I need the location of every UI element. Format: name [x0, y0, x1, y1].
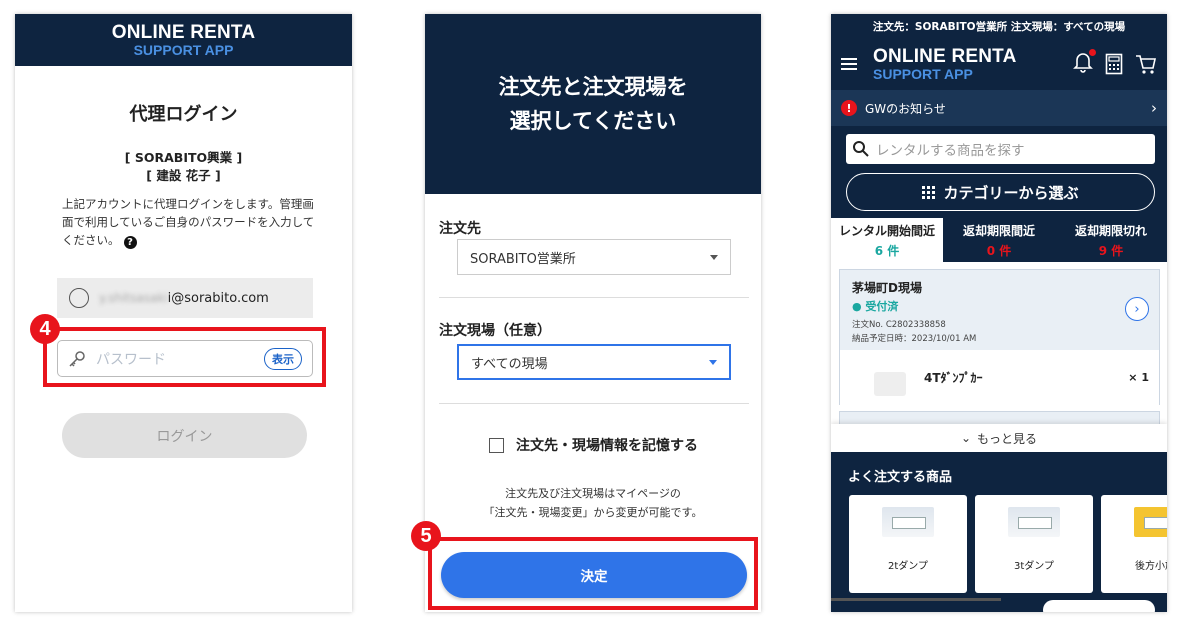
tab-return-due[interactable]: 返却期限間近 0 件 — [943, 218, 1055, 262]
search-input[interactable]: レンタルする商品を探す — [846, 134, 1155, 164]
favorites-title: よく注文する商品 — [848, 470, 953, 485]
bell-icon[interactable] — [1073, 49, 1096, 77]
more-products-button[interactable] — [1043, 600, 1155, 612]
item-name: 4Tﾀﾞﾝﾌﾟｶｰ — [924, 371, 983, 385]
grid-icon — [922, 185, 936, 199]
app-header: ONLINE RENTA SUPPORT APP — [831, 38, 1167, 90]
order-to-value: SORABITO営業所 — [470, 251, 576, 267]
home-screen: 注文先：SORABITO営業所 注文現場：すべての現場 ONLINE RENTA… — [831, 14, 1167, 612]
product-card[interactable]: 後方小旋回 — [1101, 495, 1167, 593]
chevron-down-icon: ⌄ — [960, 431, 972, 445]
category-button[interactable]: カテゴリーから選ぶ — [846, 173, 1155, 211]
order-card[interactable]: 茅場町D現場 ● 受付済 注文No. C2802338858 納品予定日時：20… — [839, 269, 1160, 405]
app-header: ONLINE RENTA SUPPORT APP — [15, 14, 352, 66]
email-display: y.shitsasaki i@sorabito.com — [57, 278, 313, 318]
remember-label: 注文先・現場情報を記憶する — [516, 438, 698, 454]
app-logo-subtitle: SUPPORT APP — [873, 65, 973, 82]
category-label: カテゴリーから選ぶ — [943, 183, 1079, 202]
excavator-image — [1134, 507, 1167, 537]
order-to-select[interactable]: SORABITO営業所 — [457, 239, 731, 275]
step-4-badge: 4 — [30, 314, 60, 344]
notification-dot — [1089, 49, 1096, 56]
order-item: 4Tﾀﾞﾝﾌﾟｶｰ × 1 — [840, 350, 1159, 405]
order-number: 注文No. C2802338858 — [852, 320, 946, 330]
remember-checkbox[interactable]: 注文先・現場情報を記憶する — [489, 435, 698, 455]
password-placeholder: パスワード — [96, 351, 166, 368]
delivery-date: 納品予定日時：2023/10/01 AM — [852, 334, 977, 344]
search-placeholder: レンタルする商品を探す — [876, 143, 1025, 159]
app-logo-subtitle: SUPPORT APP — [133, 41, 234, 58]
select-order-screen: 注文先と注文現場を 選択してください 注文先 SORABITO営業所 注文現場（任… — [425, 14, 761, 612]
company-name: [ SORABITO興業 ] — [124, 150, 243, 165]
notice-banner[interactable]: ! GWのお知らせ › — [831, 90, 1167, 126]
context-bar: 注文先：SORABITO営業所 注文現場：すべての現場 — [872, 20, 1126, 33]
change-note: 注文先及び注文現場はマイページの 「注文先・現場変更」から変更が可能です。 — [483, 487, 703, 519]
tab-return-overdue[interactable]: 返却期限切れ 9 件 — [1055, 218, 1167, 262]
site-label: 注文現場（任意） — [439, 323, 551, 339]
email-domain: i@sorabito.com — [167, 290, 269, 306]
heading-line-2: 選択してください — [509, 109, 677, 133]
proxy-login-screen: ONLINE RENTA SUPPORT APP 代理ログイン [ SORABI… — [15, 14, 352, 612]
checkbox-box[interactable] — [489, 437, 504, 453]
cart-icon[interactable] — [1135, 53, 1157, 75]
key-icon — [69, 350, 85, 367]
login-description: 上記アカウントに代理ログインをします。管理画面で利用しているご自身のパスワードを… — [62, 197, 315, 249]
truck-image — [882, 507, 934, 537]
user-icon — [69, 288, 89, 308]
product-card[interactable]: 3tダンプ — [975, 495, 1093, 593]
app-logo-title: ONLINE RENTA — [873, 45, 1017, 67]
app-logo-title: ONLINE RENTA — [111, 21, 256, 43]
chevron-right-icon[interactable]: › — [1125, 297, 1149, 321]
tab-rental-start[interactable]: レンタル開始間近 6 件 — [831, 218, 943, 262]
horizontal-scrollbar[interactable] — [831, 598, 1001, 601]
email-blurred: y.shitsasaki — [99, 291, 168, 305]
chevron-down-icon — [709, 359, 717, 365]
show-more-button[interactable]: ⌄ もっと見る — [831, 424, 1167, 452]
divider — [439, 403, 749, 404]
user-name: [ 建設 花子 ] — [146, 168, 221, 183]
site-select[interactable]: すべての現場 — [457, 344, 731, 380]
divider — [439, 297, 749, 298]
decide-button[interactable]: 決定 — [441, 552, 747, 598]
heading-line-1: 注文先と注文現場を — [498, 75, 688, 99]
order-to-label: 注文先 — [439, 221, 481, 237]
page-title: 代理ログイン — [129, 104, 238, 125]
calculator-icon[interactable] — [1105, 53, 1123, 75]
item-qty: × 1 — [1128, 371, 1149, 384]
notice-text: GWのお知らせ — [865, 101, 946, 116]
login-button[interactable]: ログイン — [62, 413, 307, 458]
search-icon — [853, 141, 869, 157]
password-field[interactable]: パスワード 表示 — [57, 340, 313, 377]
question-circle-icon[interactable]: ? — [123, 236, 137, 249]
menu-icon[interactable] — [841, 55, 857, 73]
product-card[interactable]: 2tダンプ — [849, 495, 967, 593]
select-header: 注文先と注文現場を 選択してください — [425, 14, 761, 194]
chevron-down-icon — [710, 254, 718, 260]
info-icon: ! — [841, 100, 857, 116]
site-value: すべての現場 — [471, 356, 548, 372]
order-status: ● 受付済 — [852, 300, 899, 313]
chevron-right-icon: › — [1151, 99, 1157, 117]
truck-image — [1008, 507, 1060, 537]
order-site: 茅場町D現場 — [852, 281, 922, 295]
status-tabs: レンタル開始間近 6 件 返却期限間近 0 件 返却期限切れ 9 件 — [831, 218, 1167, 262]
step-5-badge: 5 — [411, 521, 441, 551]
truck-image — [874, 371, 906, 396]
show-password-button[interactable]: 表示 — [264, 347, 302, 370]
